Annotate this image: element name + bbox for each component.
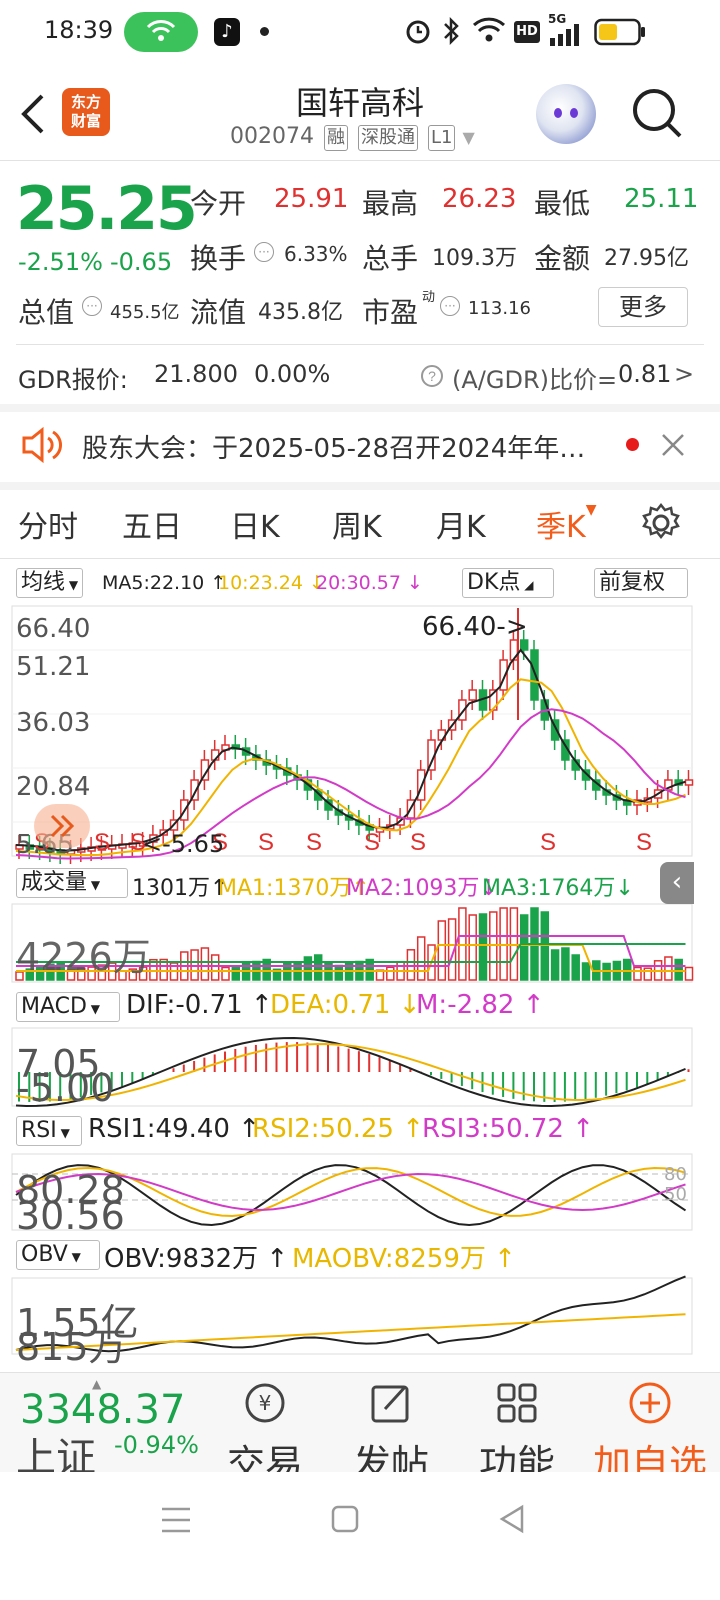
rsi3-value: RSI3:50.72 ↑ [422, 1114, 595, 1144]
maobv-value: MAOBV:8259万 ↑ [292, 1244, 516, 1274]
volume-bar [643, 967, 653, 981]
sell-signal-label: S [306, 829, 322, 856]
volume-bar [406, 949, 416, 981]
volume-value: 1301万↑ [132, 876, 229, 901]
add-icon [629, 1382, 671, 1424]
volume-axis-label: 4226万 [16, 935, 151, 979]
system-nav-bar [0, 1472, 720, 1600]
volume-bar [200, 947, 210, 981]
grid-icon [497, 1383, 537, 1423]
candle-body [684, 779, 694, 786]
macd-axis-bottom: -5.00 [16, 1066, 115, 1110]
volume-bar [561, 947, 570, 981]
volume-bar [571, 954, 580, 981]
volume-ma2: MA2:1093万↓ [346, 876, 498, 901]
index-change: -0.94% [114, 1431, 199, 1459]
macd-select[interactable]: MACD ▼ [16, 992, 120, 1022]
trade-icon: ¥ [245, 1383, 285, 1423]
rsi-ref-50: 50 [664, 1184, 687, 1205]
obv-axis-bottom: 815万 [16, 1325, 127, 1369]
volume-ma3: MA3:1764万↓ [482, 876, 634, 901]
sell-signal-label: S [258, 829, 274, 856]
menu-icon[interactable] [160, 1506, 192, 1534]
obv-select[interactable]: OBV ▼ [16, 1240, 100, 1270]
volume-bar [684, 966, 694, 981]
max-price-annotation: 66.40-> [422, 612, 528, 642]
volume-bar [519, 914, 529, 981]
rsi2-value: RSI2:50.25 ↑ [252, 1114, 425, 1144]
macd-dea: DEA:0.71 ↓ [270, 990, 421, 1020]
rsi1-value: RSI1:49.40 ↑ [88, 1114, 261, 1144]
volume-bar [313, 954, 323, 981]
volume-bar [674, 958, 683, 981]
svg-text:¥: ¥ [259, 1391, 272, 1415]
min-price-annotation: <-5.65 [142, 830, 225, 858]
price-axis-label: 20.84 [16, 772, 91, 802]
volume-bar [303, 956, 313, 981]
volume-bar [664, 956, 673, 981]
edit-icon [371, 1385, 409, 1423]
sell-signal-label: S [364, 829, 380, 856]
volume-bar [210, 954, 220, 981]
volume-bar [221, 966, 230, 981]
obv-value: OBV:9832万 ↑ [104, 1244, 289, 1274]
kline-chart[interactable]: SSSSSSSSSS [0, 0, 720, 1372]
candle-body [468, 689, 477, 701]
volume-bar [231, 966, 241, 981]
volume-bar [478, 913, 488, 981]
sell-signal-label: S [94, 829, 110, 856]
price-axis-label: 66.40 [16, 614, 91, 644]
volume-select[interactable]: 成交量 ▼ [16, 868, 128, 898]
rsi-axis-bottom: 30.56 [16, 1194, 125, 1238]
volume-bar [468, 914, 477, 981]
macd-dif: DIF:-0.71 ↑ [126, 990, 273, 1020]
caret-up-icon: ▲ [92, 1377, 102, 1391]
volume-bar [334, 964, 344, 981]
sell-signal-label: S [636, 829, 652, 856]
volume-bar [416, 936, 426, 981]
sell-signal-label: S [410, 829, 426, 856]
rsi-select[interactable]: RSI ▼ [16, 1116, 82, 1146]
volume-bar [581, 962, 591, 981]
macd-m: M:-2.82 ↑ [416, 990, 545, 1020]
price-axis-label: 36.03 [16, 708, 91, 738]
back-nav-icon[interactable] [498, 1504, 526, 1534]
expand-icon[interactable] [34, 804, 90, 848]
collapse-panel-icon[interactable]: ‹ [660, 862, 694, 904]
rsi-ref-80: 80 [664, 1164, 687, 1185]
price-axis-label: 51.21 [16, 652, 91, 682]
index-name[interactable]: 上证 [16, 1425, 96, 1472]
volume-bar [437, 920, 447, 981]
sell-signal-label: S [540, 829, 556, 856]
volume-bar [622, 958, 632, 981]
home-icon[interactable] [330, 1504, 360, 1534]
volume-bar [550, 949, 560, 981]
volume-bar [386, 966, 395, 981]
volume-bar [633, 966, 642, 981]
bottom-bar: 3348.37 上证 -0.94% ▲ ¥ 交易 发帖 功能 加自选 [0, 1372, 720, 1472]
